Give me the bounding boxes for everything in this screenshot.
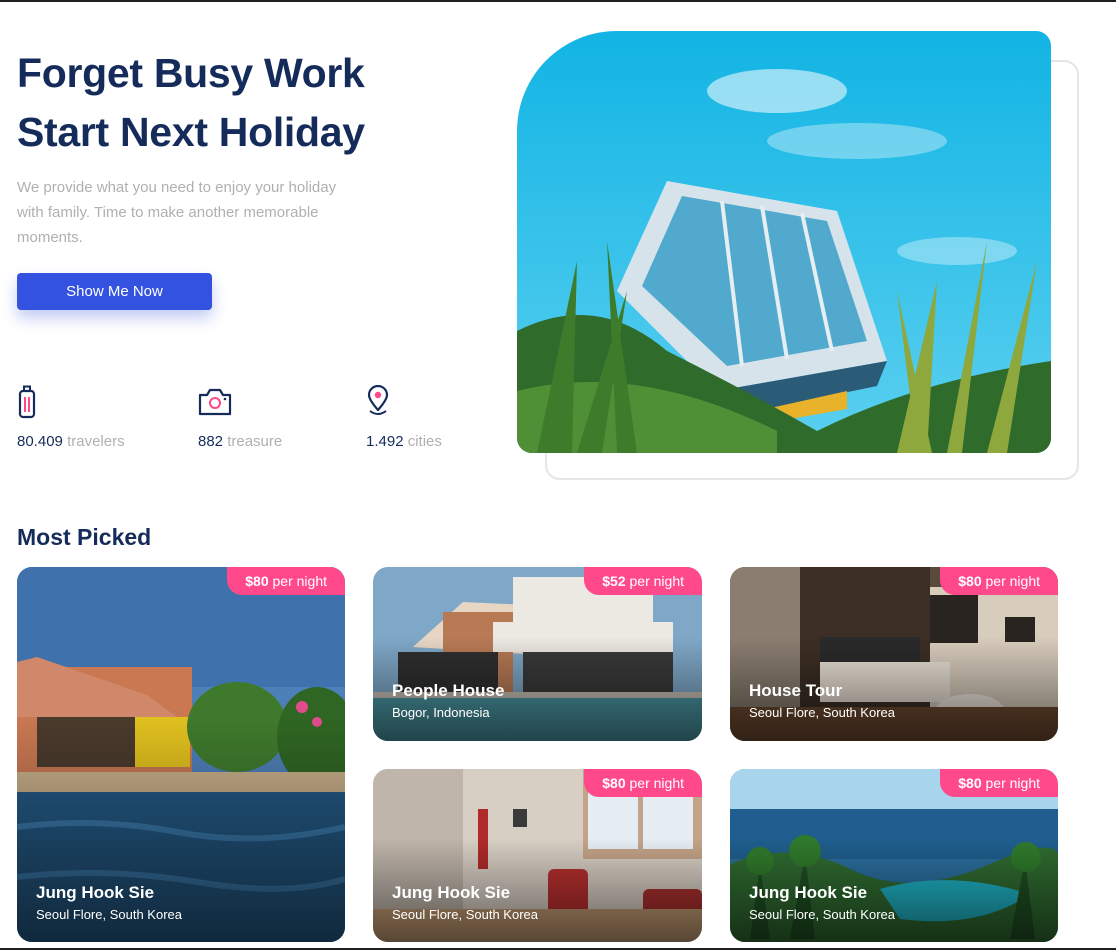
luggage-icon [18,385,36,419]
price-unit: per night [629,573,684,589]
price-tag: $80 per night [940,769,1058,797]
hero-title-line-1: Forget Busy Work [17,50,365,96]
property-card[interactable]: $80 per night Jung Hook Sie Seoul Flore,… [373,769,702,942]
price-value: $80 [602,775,626,791]
property-name: People House [392,681,505,700]
property-location: Seoul Flore, South Korea [36,907,182,922]
price-value: $80 [245,573,269,589]
hero-image [517,31,1051,453]
price-unit: per night [629,775,684,791]
price-tag: $52 per night [584,567,702,595]
price-tag: $80 per night [940,567,1058,595]
stat-unit: cities [407,433,442,450]
stat-cities: 1.492 cities [366,385,442,450]
stat-number: 1.492 [366,433,404,450]
hero-title-line-2: Start Next Holiday [17,109,365,155]
property-card[interactable]: $80 per night House Tour Seoul Flore, So… [730,567,1058,741]
property-location: Seoul Flore, South Korea [749,907,895,922]
price-unit: per night [985,573,1040,589]
hero-title: Forget Busy Work Start Next Holiday [17,44,477,162]
stat-travelers: 80.409 travelers [17,385,125,450]
stat-number: 80.409 [17,433,63,450]
price-tag: $80 per night [227,567,345,595]
stat-treasure: 882 treasure [198,385,282,450]
stat-number: 882 [198,433,224,450]
property-location: Seoul Flore, South Korea [392,907,538,922]
property-name: Jung Hook Sie [36,883,155,902]
price-value: $52 [602,573,626,589]
property-card[interactable]: $80 per night Jung Hook Sie Seoul Flore,… [730,769,1058,942]
camera-icon [198,388,232,416]
show-me-now-button[interactable]: Show Me Now [17,273,212,310]
price-value: $80 [958,775,982,791]
stat-unit: treasure [227,433,283,450]
top-border [0,0,1116,2]
property-location: Seoul Flore, South Korea [749,705,895,720]
property-name: House Tour [749,681,843,700]
bottom-border [0,948,1116,950]
location-pin-icon [367,385,389,415]
price-value: $80 [958,573,982,589]
most-picked-title: Most Picked [17,524,152,550]
hero-description: We provide what you need to enjoy your h… [17,179,337,246]
property-name: Jung Hook Sie [749,883,868,902]
price-unit: per night [272,573,327,589]
price-tag: $80 per night [584,769,702,797]
stat-unit: travelers [67,433,125,450]
price-unit: per night [985,775,1040,791]
property-card[interactable]: $52 per night People House Bogor, Indone… [373,567,702,741]
property-card[interactable]: $80 per night Jung Hook Sie Seoul Flore,… [17,567,345,942]
property-name: Jung Hook Sie [392,883,511,902]
property-location: Bogor, Indonesia [392,705,490,720]
